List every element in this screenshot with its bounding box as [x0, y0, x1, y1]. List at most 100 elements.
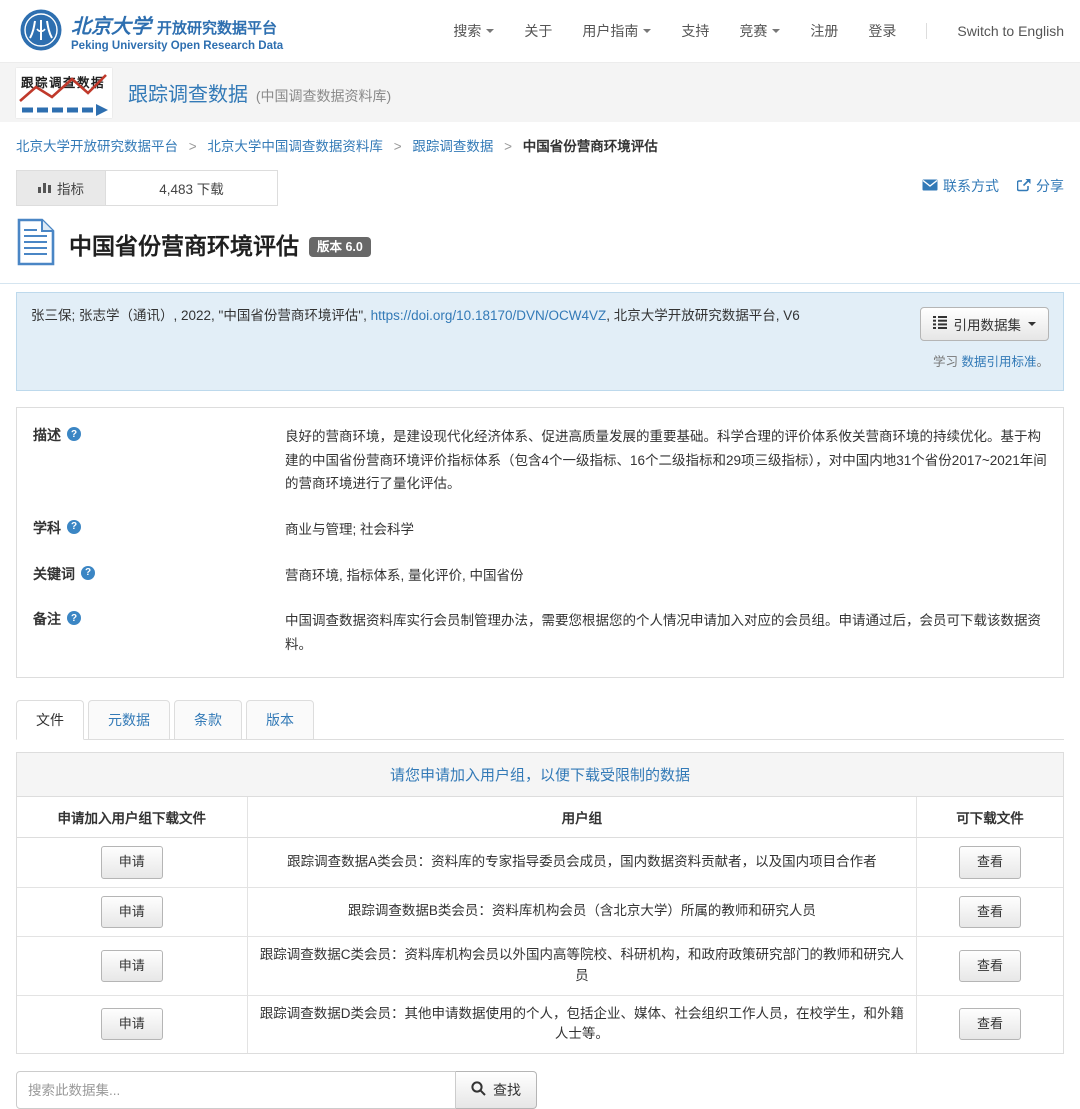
site-suffix-cn: 开放研究数据平台 — [157, 17, 277, 38]
cite-dataset-button[interactable]: 引用数据集 — [920, 307, 1050, 341]
view-button[interactable]: 查看 — [959, 896, 1021, 928]
breadcrumb-collection[interactable]: 跟踪调查数据 — [412, 139, 493, 154]
nav-contest[interactable]: 竞赛 — [739, 21, 780, 41]
user-group-table: 申请加入用户组下载文件 用户组 可下载文件 申请 跟踪调查数据A类会员：资料库的… — [17, 797, 1063, 1053]
help-icon[interactable]: ? — [67, 427, 81, 441]
table-row: 申请 跟踪调查数据A类会员：资料库的专家指导委员会成员，国内数据资料贡献者，以及… — [17, 838, 1063, 887]
metadata-value: 商业与管理; 社会科学 — [285, 518, 1047, 542]
envelope-icon — [922, 178, 938, 194]
metrics-label: 指标 — [57, 178, 84, 198]
collection-logo[interactable]: 跟踪调查数据 — [16, 68, 112, 118]
collection-banner: 跟踪调查数据 跟踪调查数据 (中国调查数据资料库) — [0, 62, 1080, 122]
nav-support[interactable]: 支持 — [681, 21, 709, 41]
apply-button[interactable]: 申请 — [101, 1008, 163, 1040]
metadata-label: 关键词 — [33, 564, 75, 584]
top-header: 北京大学 开放研究数据平台 Peking University Open Res… — [0, 0, 1080, 62]
citation-standards-link[interactable]: 数据引用标准 — [961, 355, 1036, 369]
group-description: 跟踪调查数据C类会员：资料库机构会员以外国内高等院校、科研机构，和政府政策研究部… — [247, 936, 916, 995]
metadata-label: 备注 — [33, 609, 61, 629]
dataset-search-row: 查找 — [16, 1071, 1064, 1109]
help-icon[interactable]: ? — [67, 520, 81, 534]
dataset-document-icon — [16, 218, 56, 269]
share-button[interactable]: 分享 — [1017, 176, 1064, 196]
help-icon[interactable]: ? — [81, 566, 95, 580]
citation-text: 张三保; 张志学（通讯）, 2022, "中国省份营商环境评估", https:… — [31, 305, 851, 370]
tab-files[interactable]: 文件 — [16, 700, 84, 740]
metrics-row: 指标 4,483 下载 联系方式 分享 — [0, 164, 1080, 206]
breadcrumb: 北京大学开放研究数据平台 > 北京大学中国调查数据资料库 > 跟踪调查数据 > … — [0, 122, 1080, 164]
metadata-row-subject: 学科? 商业与管理; 社会科学 — [17, 507, 1063, 553]
bar-chart-icon — [38, 180, 51, 196]
downloads-count: 4,483 下载 — [105, 171, 277, 205]
citation-standards-line: 学习 数据引用标准。 — [920, 351, 1050, 370]
nav-about[interactable]: 关于 — [524, 21, 552, 41]
caret-down-icon — [1028, 322, 1036, 326]
tab-terms[interactable]: 条款 — [174, 700, 242, 740]
dataset-title-block: 中国省份营商环境评估版本 6.0 — [0, 206, 1080, 284]
site-name-en: Peking University Open Research Data — [71, 40, 283, 52]
view-button[interactable]: 查看 — [959, 846, 1021, 878]
metadata-row-notes: 备注? 中国调查数据资料库实行会员制管理办法，需要您根据您的个人情况申请加入对应… — [17, 598, 1063, 667]
view-button[interactable]: 查看 — [959, 1008, 1021, 1040]
table-row: 申请 跟踪调查数据D类会员：其他申请数据使用的个人，包括企业、媒体、社会组织工作… — [17, 995, 1063, 1053]
version-badge: 版本 6.0 — [309, 237, 371, 257]
metadata-summary: 描述? 良好的营商环境，是建设现代化经济体系、促进高质量发展的重要基础。科学合理… — [16, 407, 1064, 678]
nav-search[interactable]: 搜索 — [453, 21, 494, 41]
breadcrumb-separator: > — [189, 139, 197, 154]
dataset-search-input[interactable] — [16, 1071, 456, 1109]
help-icon[interactable]: ? — [67, 611, 81, 625]
breadcrumb-separator: > — [504, 139, 512, 154]
column-header-apply: 申请加入用户组下载文件 — [17, 797, 247, 838]
list-icon — [933, 316, 947, 332]
tab-metadata[interactable]: 元数据 — [88, 700, 170, 740]
caret-down-icon — [486, 29, 494, 33]
breadcrumb-archive[interactable]: 北京大学中国调查数据资料库 — [207, 139, 383, 154]
nav-login[interactable]: 登录 — [868, 21, 896, 41]
metrics-tab[interactable]: 指标 — [17, 171, 105, 205]
breadcrumb-current: 中国省份营商环境评估 — [523, 139, 658, 154]
citation-box: 张三保; 张志学（通讯）, 2022, "中国省份营商环境评估", https:… — [16, 292, 1064, 391]
metadata-label: 学科 — [33, 518, 61, 538]
nav-user-guide[interactable]: 用户指南 — [582, 21, 651, 41]
apply-button[interactable]: 申请 — [101, 896, 163, 928]
metadata-row-keywords: 关键词? 营商环境, 指标体系, 量化评价, 中国省份 — [17, 553, 1063, 599]
column-header-group: 用户组 — [247, 797, 916, 838]
metrics-panel: 指标 4,483 下载 — [16, 170, 278, 206]
site-name-cn: 北京大学 — [71, 10, 151, 39]
collection-subtitle: (中国调查数据资料库) — [256, 88, 391, 104]
group-description: 跟踪调查数据D类会员：其他申请数据使用的个人，包括企业、媒体、社会组织工作人员，… — [247, 995, 916, 1053]
group-description: 跟踪调查数据A类会员：资料库的专家指导委员会成员，国内数据资料贡献者，以及国内项… — [247, 838, 916, 887]
metadata-label: 描述 — [33, 425, 61, 445]
column-header-downloadable: 可下载文件 — [917, 797, 1063, 838]
nav-divider — [926, 23, 927, 39]
tab-versions[interactable]: 版本 — [246, 700, 314, 740]
user-group-banner: 请您申请加入用户组，以便下载受限制的数据 — [17, 753, 1063, 797]
search-icon — [471, 1081, 486, 1099]
dataset-tabs: 文件 元数据 条款 版本 — [16, 700, 1064, 740]
breadcrumb-separator: > — [394, 139, 402, 154]
nav-switch-language[interactable]: Switch to English — [957, 23, 1064, 39]
table-row: 申请 跟踪调查数据B类会员：资料库机构会员（含北京大学）所属的教师和研究人员 查… — [17, 887, 1063, 936]
top-nav: 搜索 关于 用户指南 支持 竞赛 注册 登录 Switch to English — [453, 21, 1064, 41]
page-actions: 联系方式 分享 — [922, 170, 1064, 196]
pku-seal-icon — [20, 9, 62, 54]
breadcrumb-root[interactable]: 北京大学开放研究数据平台 — [16, 139, 178, 154]
metadata-value: 中国调查数据资料库实行会员制管理办法，需要您根据您的个人情况申请加入对应的会员组… — [285, 609, 1047, 656]
caret-down-icon — [772, 29, 780, 33]
site-logo[interactable]: 北京大学 开放研究数据平台 Peking University Open Res… — [20, 9, 283, 54]
metadata-row-description: 描述? 良好的营商环境，是建设现代化经济体系、促进高质量发展的重要基础。科学合理… — [17, 414, 1063, 507]
table-row: 申请 跟踪调查数据C类会员：资料库机构会员以外国内高等院校、科研机构，和政府政策… — [17, 936, 1063, 995]
find-button[interactable]: 查找 — [456, 1071, 537, 1109]
metadata-value: 营商环境, 指标体系, 量化评价, 中国省份 — [285, 564, 1047, 588]
caret-down-icon — [643, 29, 651, 33]
nav-register[interactable]: 注册 — [810, 21, 838, 41]
apply-button[interactable]: 申请 — [101, 846, 163, 878]
dataset-title: 中国省份营商环境评估版本 6.0 — [69, 227, 371, 261]
apply-button[interactable]: 申请 — [101, 950, 163, 982]
collection-title-link[interactable]: 跟踪调查数据 — [128, 84, 248, 106]
doi-link[interactable]: https://doi.org/10.18170/DVN/OCW4VZ — [371, 308, 607, 323]
contact-button[interactable]: 联系方式 — [922, 176, 999, 196]
group-description: 跟踪调查数据B类会员：资料库机构会员（含北京大学）所属的教师和研究人员 — [247, 887, 916, 936]
share-icon — [1017, 178, 1031, 195]
view-button[interactable]: 查看 — [959, 950, 1021, 982]
